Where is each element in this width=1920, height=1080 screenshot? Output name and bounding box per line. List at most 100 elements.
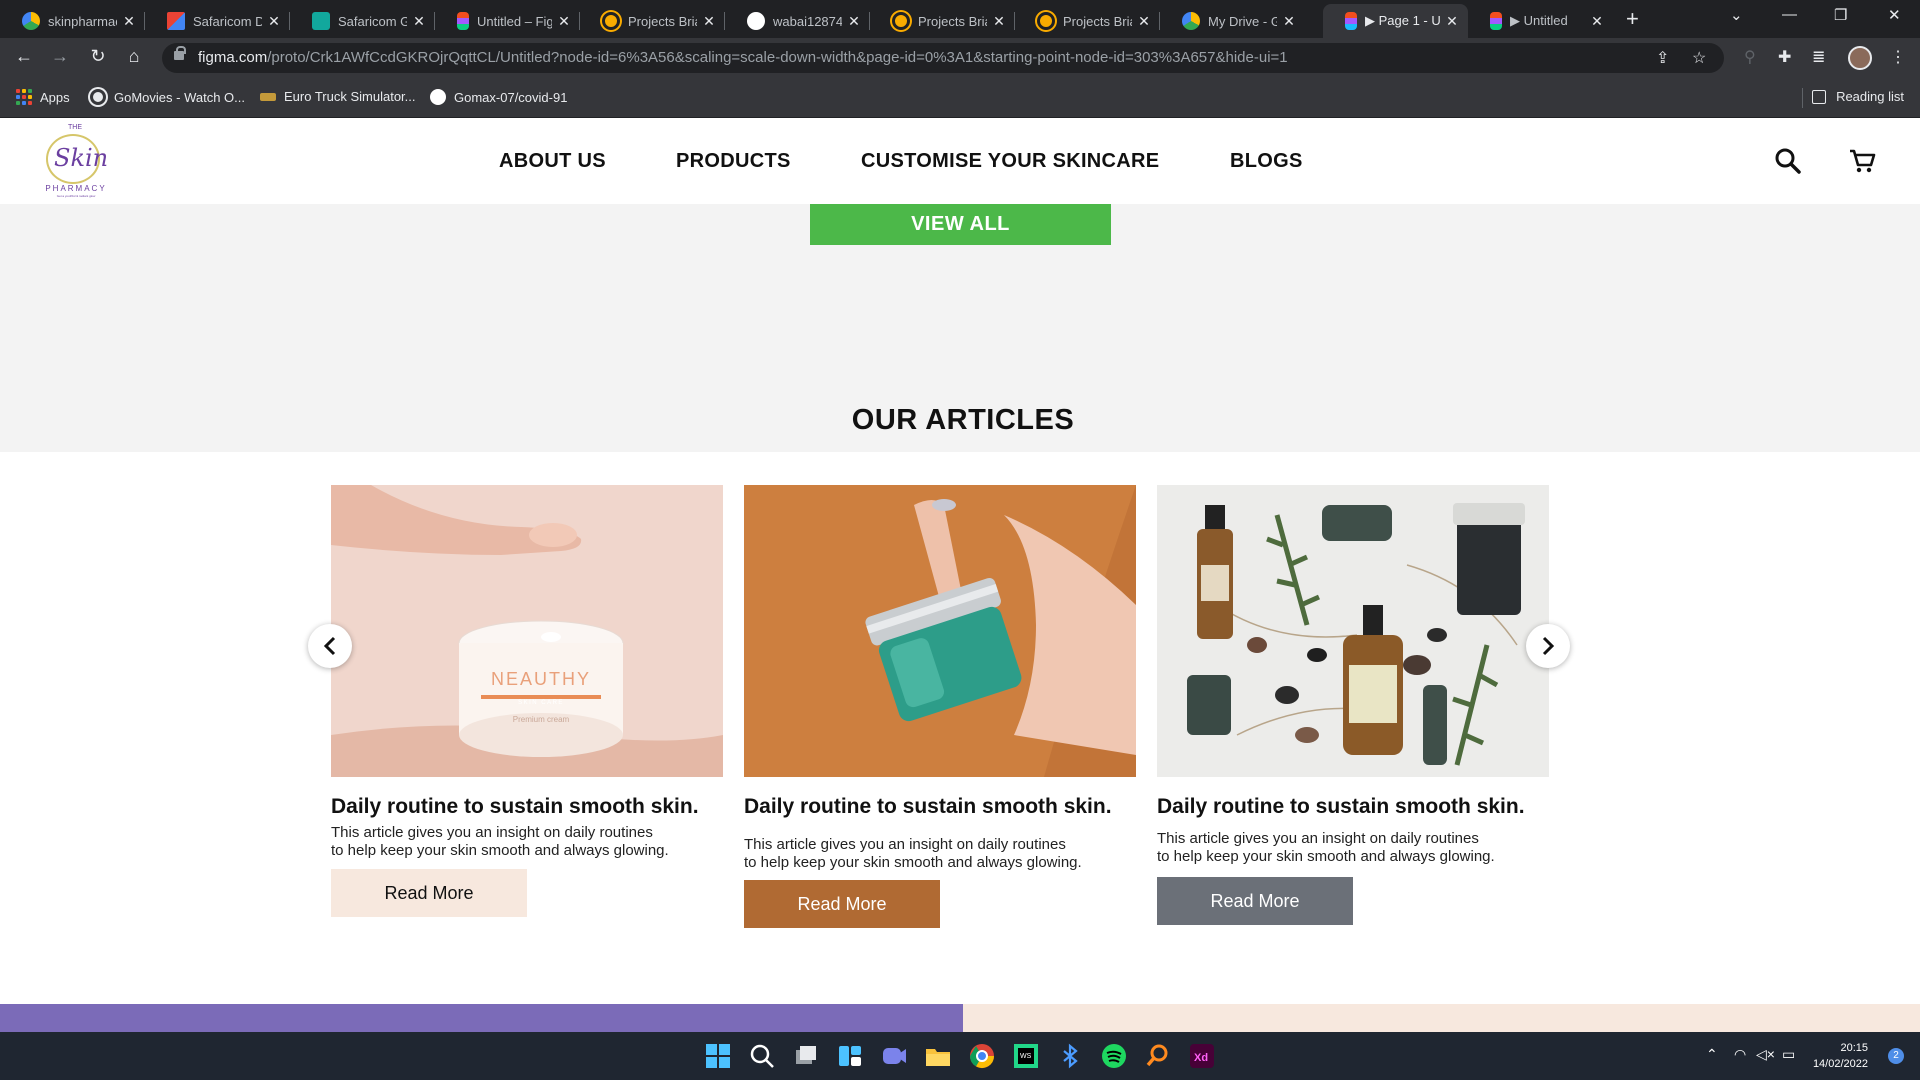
carousel-prev-button[interactable] — [308, 624, 352, 668]
close-tab-icon[interactable]: ✕ — [991, 13, 1007, 30]
chrome-app-icon — [1037, 12, 1055, 30]
nav-blogs[interactable]: BLOGS — [1230, 150, 1303, 173]
view-all-button[interactable]: VIEW ALL — [810, 202, 1111, 245]
chrome-app-icon — [892, 12, 910, 30]
reload-button[interactable]: ↻ — [86, 46, 110, 67]
article-title[interactable]: Daily routine to sustain smooth skin. — [744, 795, 1112, 819]
search-app-icon[interactable] — [1144, 1042, 1172, 1070]
browser-tab[interactable]: My Drive - Go ✕ — [1160, 4, 1305, 38]
read-more-button[interactable]: Read More — [744, 880, 940, 928]
article-excerpt-line: This article gives you an insight on dai… — [1157, 830, 1479, 847]
carousel-next-button[interactable] — [1526, 624, 1570, 668]
lock-icon[interactable] — [174, 46, 186, 63]
forward-button[interactable]: → — [48, 46, 72, 67]
close-tab-icon[interactable]: ✕ — [411, 13, 427, 30]
footer-band-purple — [0, 1004, 963, 1032]
adobe-xd-icon[interactable]: Xd — [1188, 1042, 1216, 1070]
windows-start-icon[interactable] — [704, 1042, 732, 1070]
reading-list-icon — [1812, 89, 1827, 104]
home-button[interactable]: ⌂ — [122, 46, 146, 67]
spotify-icon[interactable] — [1100, 1042, 1128, 1070]
article-title[interactable]: Daily routine to sustain smooth skin. — [331, 795, 699, 819]
new-tab-button[interactable]: + — [1626, 6, 1639, 32]
notification-badge[interactable]: 2 — [1888, 1048, 1904, 1064]
tab-search-icon[interactable]: ⌄ — [1730, 6, 1743, 24]
browser-tab[interactable]: Untitled – Fig ✕ — [435, 4, 580, 38]
system-clock[interactable]: 20:15 14/02/2022 — [1813, 1040, 1868, 1072]
task-view-icon[interactable] — [792, 1042, 820, 1070]
browser-tab[interactable]: wabai12874/ ✕ — [725, 4, 870, 38]
browser-tab[interactable]: Safaricom Gi ✕ — [290, 4, 435, 38]
close-tab-icon[interactable]: ✕ — [1589, 13, 1605, 30]
search-icon[interactable] — [748, 1042, 776, 1070]
close-tab-icon[interactable]: ✕ — [1281, 13, 1297, 30]
browser-tab-active[interactable]: ▶ Page 1 - U ✕ — [1323, 4, 1468, 38]
read-more-button[interactable]: Read More — [331, 869, 527, 917]
windows-taskbar: WS Xd ⌃ ◠ ◁× ▭ 20:15 14/02/2022 2 — [0, 1032, 1920, 1080]
reading-list-button[interactable]: Reading list — [1812, 89, 1904, 104]
article-title[interactable]: Daily routine to sustain smooth skin. — [1157, 795, 1525, 819]
google-drive-icon — [22, 12, 40, 30]
extension-pin-icon[interactable]: ⚲ — [1744, 47, 1756, 67]
bluetooth-icon[interactable] — [1056, 1042, 1084, 1070]
close-tab-icon[interactable]: ✕ — [701, 13, 717, 30]
bookmark-gomovies[interactable]: GoMovies - Watch O... — [90, 89, 245, 105]
search-icon[interactable] — [1773, 146, 1803, 176]
browser-tab[interactable]: ▶ Untitled ✕ — [1468, 4, 1613, 38]
close-tab-icon[interactable]: ✕ — [846, 13, 862, 30]
figma-icon — [1345, 12, 1357, 30]
battery-icon[interactable]: ▭ — [1782, 1046, 1795, 1063]
footer-band-peach — [963, 1004, 1920, 1032]
address-bar[interactable]: figma.com/proto/Crk1AWfCcdGKROjrQqttCL/U… — [162, 43, 1724, 73]
teams-chat-icon[interactable] — [880, 1042, 908, 1070]
wifi-icon[interactable]: ◠ — [1734, 1046, 1746, 1063]
nav-products[interactable]: PRODUCTS — [676, 150, 791, 173]
close-window-button[interactable]: ✕ — [1888, 6, 1901, 24]
restore-button[interactable]: ❐ — [1834, 6, 1847, 24]
close-tab-icon[interactable]: ✕ — [1136, 13, 1152, 30]
browser-tab[interactable]: Projects Brian ✕ — [580, 4, 725, 38]
browser-tab[interactable]: Safaricom Di ✕ — [145, 4, 290, 38]
chrome-menu-icon[interactable]: ⋮ — [1890, 47, 1906, 67]
cart-icon[interactable] — [1847, 146, 1877, 176]
close-tab-icon[interactable]: ✕ — [556, 13, 572, 30]
extensions-puzzle-icon[interactable]: ✚ — [1778, 47, 1791, 67]
article-image-skincare-flatlay[interactable] — [1157, 485, 1549, 777]
gomovies-icon — [90, 89, 106, 105]
article-image-green-jar[interactable] — [744, 485, 1136, 777]
back-button[interactable]: ← — [12, 46, 36, 67]
svg-text:NEAUTHY: NEAUTHY — [491, 669, 591, 689]
browser-tab[interactable]: Projects Brian ✕ — [870, 4, 1015, 38]
read-more-button[interactable]: Read More — [1157, 877, 1353, 925]
browser-tab[interactable]: Projects Brian ✕ — [1015, 4, 1160, 38]
chrome-app-icon — [602, 12, 620, 30]
article-excerpt-line: This article gives you an insight on dai… — [331, 824, 653, 841]
google-drive-icon — [1182, 12, 1200, 30]
bookmark-github-covid[interactable]: Gomax-07/covid-91 — [430, 89, 567, 105]
nav-about-us[interactable]: ABOUT US — [499, 150, 606, 173]
nav-customise-your-skincare[interactable]: CUSTOMISE YOUR SKINCARE — [861, 150, 1159, 173]
close-tab-icon[interactable]: ✕ — [1444, 13, 1460, 30]
profile-avatar[interactable] — [1848, 46, 1872, 70]
file-explorer-icon[interactable] — [924, 1042, 952, 1070]
bookmark-apps[interactable]: Apps — [16, 89, 70, 105]
svg-text:SKIN CARE: SKIN CARE — [518, 700, 564, 706]
chrome-icon[interactable] — [968, 1042, 996, 1070]
skin-pharmacy-logo[interactable]: THE Skin PHARMACY Get a youthful & radia… — [36, 124, 116, 198]
webstorm-icon[interactable]: WS — [1012, 1042, 1040, 1070]
media-control-icon[interactable]: ≣ — [1812, 47, 1825, 67]
bookmark-euro-truck[interactable]: Euro Truck Simulator... — [260, 89, 416, 104]
share-icon[interactable]: ⇪ — [1656, 48, 1669, 68]
article-image-cream-jar[interactable]: Premium cream NEAUTHY SKIN CARE — [331, 485, 723, 777]
browser-toolbar: ← → ↻ ⌂ figma.com/proto/Crk1AWfCcdGKROjr… — [0, 38, 1920, 78]
volume-muted-icon[interactable]: ◁× — [1756, 1046, 1775, 1063]
browser-tab[interactable]: skinpharmacy ✕ — [0, 4, 145, 38]
svg-text:WS: WS — [1020, 1053, 1032, 1060]
show-hidden-icons[interactable]: ⌃ — [1706, 1046, 1718, 1063]
close-tab-icon[interactable]: ✕ — [266, 13, 282, 30]
browser-tab-strip: skinpharmacy ✕ Safaricom Di ✕ Safaricom … — [0, 0, 1920, 38]
widgets-icon[interactable] — [836, 1042, 864, 1070]
minimize-button[interactable]: — — [1782, 6, 1797, 23]
bookmark-star-icon[interactable]: ☆ — [1692, 48, 1706, 68]
close-tab-icon[interactable]: ✕ — [121, 13, 137, 30]
